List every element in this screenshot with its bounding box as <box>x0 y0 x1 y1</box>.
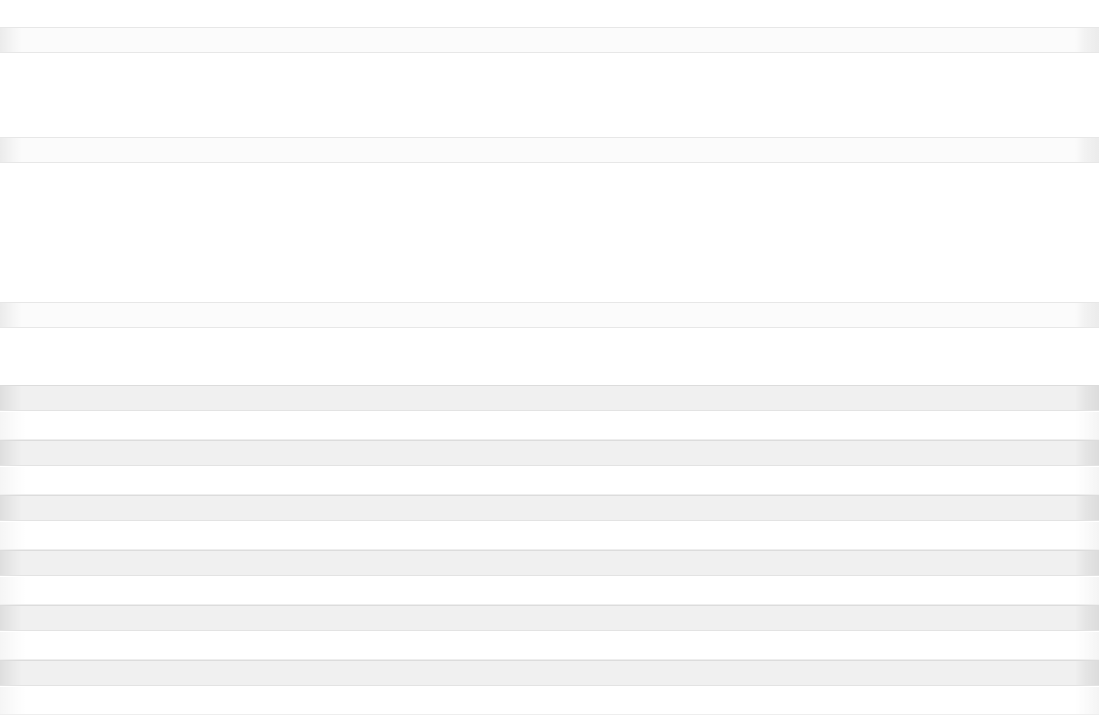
skeleton-row <box>0 687 1099 715</box>
skeleton-row <box>0 605 1099 631</box>
placeholder-band-2 <box>0 137 1099 163</box>
skeleton-row <box>0 412 1099 440</box>
skeleton-row <box>0 660 1099 686</box>
skeleton-row <box>0 385 1099 411</box>
placeholder-band-1 <box>0 27 1099 53</box>
placeholder-band-3 <box>0 302 1099 328</box>
skeleton-row <box>0 467 1099 495</box>
skeleton-page <box>0 0 1099 715</box>
skeleton-row <box>0 550 1099 576</box>
skeleton-row <box>0 522 1099 550</box>
skeleton-row <box>0 577 1099 605</box>
skeleton-row <box>0 495 1099 521</box>
skeleton-row <box>0 440 1099 466</box>
skeleton-row <box>0 632 1099 660</box>
